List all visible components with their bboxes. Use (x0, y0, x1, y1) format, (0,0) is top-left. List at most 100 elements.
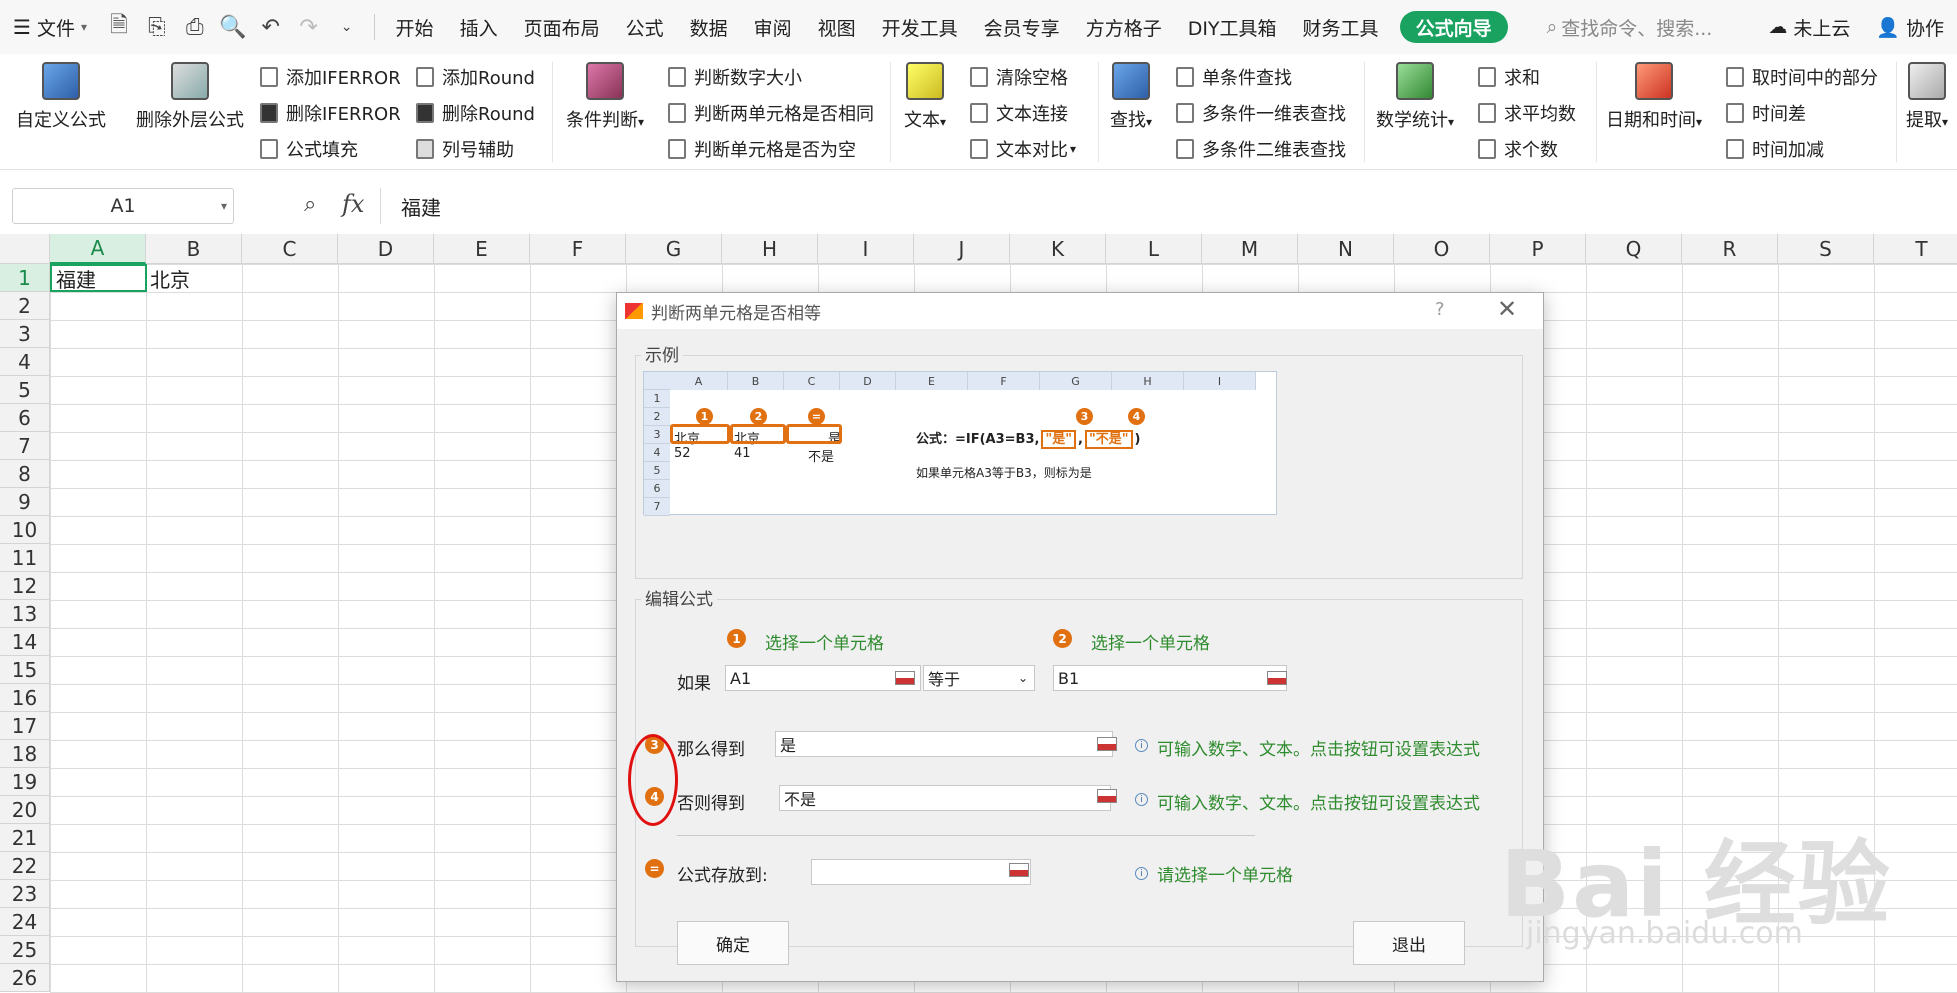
add-iferror-button[interactable]: 添加IFERROR (260, 64, 401, 90)
row-header-8[interactable]: 8 (0, 460, 50, 488)
name-box[interactable]: A1 ▾ (12, 188, 234, 224)
cell-picker-icon[interactable] (895, 671, 915, 685)
column-header-g[interactable]: G (626, 234, 722, 264)
cell-b1[interactable]: 北京 (146, 264, 242, 292)
row-header-18[interactable]: 18 (0, 740, 50, 768)
ok-button[interactable]: 确定 (677, 921, 789, 965)
row-header-13[interactable]: 13 (0, 600, 50, 628)
row-header-11[interactable]: 11 (0, 544, 50, 572)
column-header-j[interactable]: J (914, 234, 1010, 264)
row-header-12[interactable]: 12 (0, 572, 50, 600)
text-button[interactable]: 文本▾ (904, 62, 946, 132)
column-header-n[interactable]: N (1298, 234, 1394, 264)
tab-data[interactable]: 数据 (677, 0, 741, 54)
row-header-4[interactable]: 4 (0, 348, 50, 376)
undo-icon[interactable]: ↶ (256, 12, 286, 42)
formula-input[interactable]: 福建 (380, 188, 1950, 224)
column-header-m[interactable]: M (1202, 234, 1298, 264)
tab-ffcell[interactable]: 方方格子 (1073, 0, 1175, 54)
row-header-24[interactable]: 24 (0, 908, 50, 936)
row-header-22[interactable]: 22 (0, 852, 50, 880)
tab-diy-toolbox[interactable]: DIY工具箱 (1175, 0, 1290, 54)
exit-button[interactable]: 退出 (1353, 921, 1465, 965)
row-header-10[interactable]: 10 (0, 516, 50, 544)
formula-fill-button[interactable]: 公式填充 (260, 136, 358, 162)
search-command[interactable]: ⌕ 查找命令、搜索... (1534, 0, 1726, 54)
text-concat-button[interactable]: 文本连接 (970, 100, 1068, 126)
judge-number-size-button[interactable]: 判断数字大小 (668, 64, 802, 90)
export-pdf-icon[interactable]: ⎘ (142, 12, 172, 42)
condition-judge-button[interactable]: 条件判断▾ (566, 62, 644, 132)
delete-iferror-button[interactable]: 删除IFERROR (260, 100, 401, 126)
fx-icon[interactable]: fx (342, 190, 364, 218)
multi-condition-2d-find-button[interactable]: 多条件二维表查找 (1176, 136, 1346, 162)
save-icon[interactable]: 🗎 (104, 12, 134, 42)
row-header-23[interactable]: 23 (0, 880, 50, 908)
tab-finance-tools[interactable]: 财务工具 (1290, 0, 1392, 54)
column-header-t[interactable]: T (1874, 234, 1957, 264)
close-icon[interactable]: ✕ (1497, 295, 1517, 323)
time-add-button[interactable]: 时间加减 (1726, 136, 1824, 162)
cell-picker-icon[interactable] (1009, 863, 1029, 877)
row-header-6[interactable]: 6 (0, 404, 50, 432)
multi-condition-1d-find-button[interactable]: 多条件一维表查找 (1176, 100, 1346, 126)
tab-view[interactable]: 视图 (805, 0, 869, 54)
cell2-input[interactable]: B1 (1053, 665, 1287, 691)
expression-picker-icon[interactable] (1097, 737, 1117, 751)
column-header-c[interactable]: C (242, 234, 338, 264)
column-header-b[interactable]: B (146, 234, 242, 264)
tab-home[interactable]: 开始 (383, 0, 447, 54)
redo-icon[interactable]: ↷ (294, 12, 324, 42)
custom-formula-button[interactable]: 自定义公式 (16, 62, 106, 132)
else-input[interactable]: 不是 (779, 785, 1111, 811)
clear-space-button[interactable]: 清除空格 (970, 64, 1068, 90)
column-header-e[interactable]: E (434, 234, 530, 264)
row-header-15[interactable]: 15 (0, 656, 50, 684)
cell-a1[interactable]: 福建 (50, 264, 147, 292)
single-condition-find-button[interactable]: 单条件查找 (1176, 64, 1292, 90)
cloud-status[interactable]: ☁ 未上云 (1755, 0, 1863, 54)
row-header-9[interactable]: 9 (0, 488, 50, 516)
find-button[interactable]: 查找▾ (1110, 62, 1152, 132)
row-header-16[interactable]: 16 (0, 684, 50, 712)
row-header-2[interactable]: 2 (0, 292, 50, 320)
average-button[interactable]: 求平均数 (1478, 100, 1576, 126)
tab-page-layout[interactable]: 页面布局 (511, 0, 613, 54)
column-header-i[interactable]: I (818, 234, 914, 264)
sum-button[interactable]: 求和 (1478, 64, 1540, 90)
row-header-26[interactable]: 26 (0, 964, 50, 992)
add-round-button[interactable]: 添加Round (416, 64, 535, 90)
store-cell-input[interactable] (811, 859, 1031, 885)
time-part-button[interactable]: 取时间中的部分 (1726, 64, 1878, 90)
row-header-3[interactable]: 3 (0, 320, 50, 348)
delete-round-button[interactable]: 删除Round (416, 100, 535, 126)
row-header-20[interactable]: 20 (0, 796, 50, 824)
judge-cell-empty-button[interactable]: 判断单元格是否为空 (668, 136, 856, 162)
cell-picker-icon[interactable] (1267, 671, 1287, 685)
row-header-25[interactable]: 25 (0, 936, 50, 964)
tab-member[interactable]: 会员专享 (971, 0, 1073, 54)
expression-picker-icon[interactable] (1097, 789, 1117, 803)
tab-formulas[interactable]: 公式 (613, 0, 677, 54)
operator-select[interactable]: 等于 ⌄ (923, 665, 1035, 691)
time-diff-button[interactable]: 时间差 (1726, 100, 1806, 126)
column-header-s[interactable]: S (1778, 234, 1874, 264)
column-header-d[interactable]: D (338, 234, 434, 264)
tab-insert[interactable]: 插入 (447, 0, 511, 54)
row-header-5[interactable]: 5 (0, 376, 50, 404)
cell1-input[interactable]: A1 (725, 665, 921, 691)
datetime-button[interactable]: 日期和时间▾ (1606, 62, 1702, 132)
judge-two-cells-button[interactable]: 判断两单元格是否相同 (668, 100, 874, 126)
column-header-a[interactable]: A (50, 234, 146, 264)
row-header-21[interactable]: 21 (0, 824, 50, 852)
column-header-p[interactable]: P (1490, 234, 1586, 264)
column-header-f[interactable]: F (530, 234, 626, 264)
row-header-7[interactable]: 7 (0, 432, 50, 460)
extract-button[interactable]: 提取▾ (1906, 62, 1948, 132)
more-dropdown-icon[interactable]: ⌄ (332, 12, 362, 42)
row-header-19[interactable]: 19 (0, 768, 50, 796)
file-menu[interactable]: ☰ 文件 ▾ (0, 0, 100, 54)
print-icon[interactable]: ⎙ (180, 12, 210, 42)
print-preview-icon[interactable]: 🔍 (218, 12, 248, 42)
select-all-corner[interactable] (0, 234, 50, 264)
